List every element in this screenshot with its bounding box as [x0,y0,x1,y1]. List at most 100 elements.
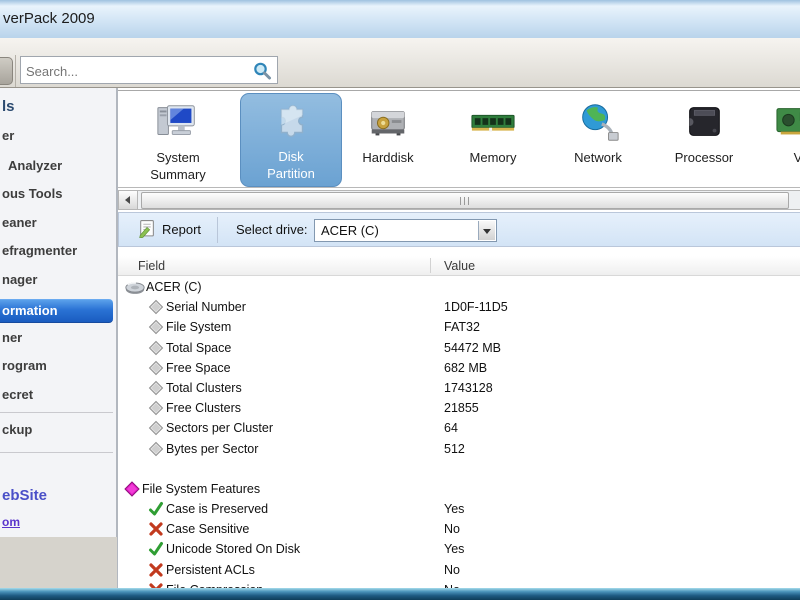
horizontal-scrollbar[interactable] [118,190,800,210]
field-label: Case Sensitive [166,522,250,537]
sidebar-item[interactable]: rogram [2,358,47,373]
category-partition[interactable]: Disk Partition [240,93,342,187]
table-row[interactable]: ACER (C) [118,277,800,297]
cross-icon [148,521,165,538]
field-label: Free Clusters [166,401,242,416]
table-row[interactable]: Serial Number 1D0F-11D5 [118,297,800,317]
category-computer[interactable]: System Summary [128,95,228,185]
table-row[interactable]: Total Space 54472 MB [118,338,800,358]
column-header-field[interactable]: Field [138,259,165,273]
sidebar-item-selected[interactable]: ormation [0,299,113,323]
partition-icon [241,94,341,148]
sidebar: ls er Analyzer ous Tools eaner efragmenter nag… [0,88,117,537]
table-row[interactable]: Sectors per Cluster 64 [118,418,800,438]
table-row[interactable]: File System Features [118,479,800,499]
main-content: System Summary Disk Partition Harddisk Memory… [117,88,800,590]
sidebar-item[interactable]: ecret [2,387,33,402]
category-memory[interactable]: Memory [443,95,543,185]
sidebar-link[interactable]: om [2,515,20,529]
search-box[interactable] [20,56,278,84]
field-label: Bytes per Sector [166,441,259,456]
toolbar-separator [217,217,218,243]
diamond-icon [148,400,165,417]
field-value: 682 MB [444,360,488,375]
network-icon [548,95,648,149]
category-strip: System Summary Disk Partition Harddisk Memory… [118,90,800,188]
sidebar-item[interactable]: Analyzer [8,158,62,173]
column-divider[interactable] [430,258,431,273]
diamond-icon [148,340,165,357]
check-icon [148,541,165,558]
diamond-icon [148,420,165,437]
sidebar-item[interactable]: eaner [2,215,37,230]
field-value: 64 [444,421,458,436]
cross-icon [148,562,165,579]
table-row[interactable]: Bytes per Sector 512 [118,439,800,459]
field-label: ACER (C) [146,280,202,294]
field-label: Unicode Stored On Disk [166,542,301,557]
action-toolbar: Report Select drive: ACER (C) [118,212,800,247]
table-row[interactable]: Free Clusters 21855 [118,398,800,418]
video-icon [748,95,800,149]
title-bar: verPack 2009 [0,0,800,38]
report-button[interactable]: Report [129,217,209,242]
diamond-icon [148,380,165,397]
table-row[interactable]: Unicode Stored On Disk Yes [118,539,800,559]
category-network[interactable]: Network [548,95,648,185]
disk-icon [124,279,145,296]
table-row[interactable]: Case is Preserved Yes [118,499,800,519]
window-bottom-edge [0,588,800,600]
sidebar-item[interactable]: efragmenter [2,243,77,258]
select-drive-label: Select drive: [236,222,308,237]
field-value: Yes [444,502,465,517]
dropdown-button[interactable] [478,221,495,240]
sidebar-item[interactable]: ner [2,330,22,345]
sidebar-item[interactable]: er [2,128,14,143]
category-label: Memory [469,150,517,165]
diamondMagenta-icon [124,481,141,498]
column-header-value[interactable]: Value [444,259,475,273]
field-label: File System Features [142,481,261,496]
report-icon [137,219,156,241]
category-harddisk[interactable]: Harddisk [338,95,438,185]
search-input[interactable] [21,58,243,84]
field-label: Total Clusters [166,380,242,395]
table-row[interactable]: File System FAT32 [118,317,800,337]
category-processor[interactable]: Processor [654,95,754,185]
field-value: 1743128 [444,380,493,395]
table-row[interactable]: Total Clusters 1743128 [118,378,800,398]
field-value: 512 [444,441,465,456]
field-label: Sectors per Cluster [166,421,273,436]
field-label: Total Space [166,340,232,355]
info-table: ACER (C) Serial Number 1D0F-11D5 File Syste… [118,277,800,590]
check-icon [148,501,165,518]
chevron-down-icon [483,229,491,234]
table-row[interactable]: Persistent ACLs No [118,560,800,580]
sidebar-item[interactable]: ckup [2,422,32,437]
drive-select-dropdown[interactable]: ACER (C) [314,219,497,242]
field-value: No [444,522,460,537]
sidebar-header2: ebSite [2,487,48,504]
memory-icon [443,95,543,149]
table-row[interactable]: Case Sensitive No [118,519,800,539]
field-value: No [444,562,460,577]
sidebar-separator [0,452,113,453]
diamond-icon [148,299,165,316]
category-label: System Summary [150,150,206,182]
harddisk-icon [338,95,438,149]
table-row[interactable]: Free Space 682 MB [118,358,800,378]
search-icon[interactable] [252,61,272,81]
scrollbar-thumb[interactable] [141,192,789,209]
category-video[interactable]: V [748,95,800,185]
sidebar-header: ls [2,98,15,115]
field-label: Serial Number [166,300,246,315]
sidebar-item[interactable]: ous Tools [2,186,62,201]
drive-select-value: ACER (C) [321,223,379,238]
field-value: Yes [444,542,465,557]
table-row [118,459,800,479]
toolbar-partial-icon[interactable] [0,57,13,85]
scroll-left-button[interactable] [119,191,138,209]
left-arrow-icon [125,196,130,204]
sidebar-item[interactable]: nager [2,272,37,287]
field-value: 1D0F-11D5 [444,300,508,315]
